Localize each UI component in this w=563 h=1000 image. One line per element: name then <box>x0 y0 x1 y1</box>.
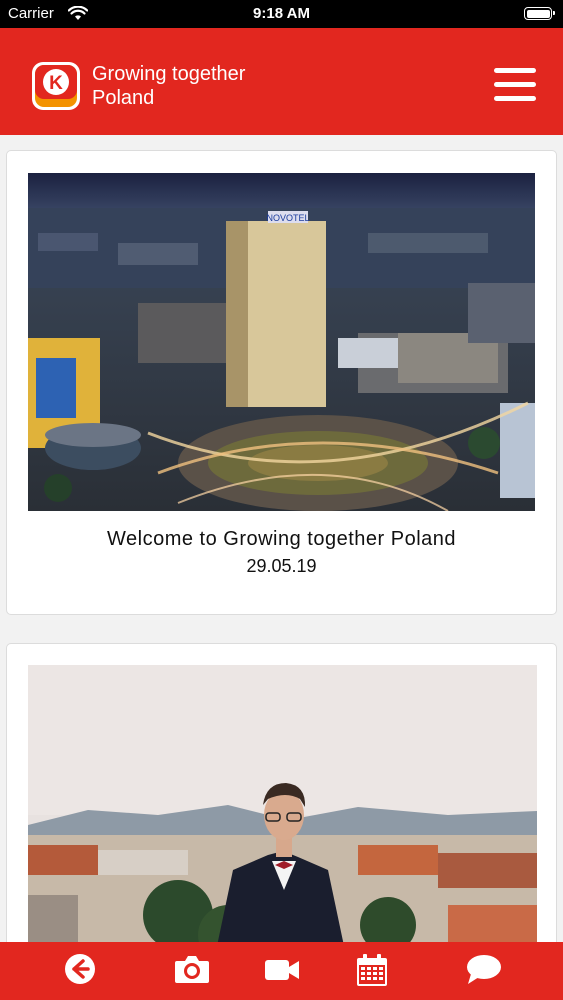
post-date: 29.05.19 <box>246 556 317 576</box>
status-bar: Carrier 9:18 AM <box>0 0 563 28</box>
clock: 9:18 AM <box>253 5 310 22</box>
video-icon <box>262 952 302 986</box>
hamburger-menu-button[interactable] <box>494 68 536 102</box>
svg-text:NOVOTEL: NOVOTEL <box>266 213 309 223</box>
tab-photos[interactable] <box>172 952 212 990</box>
tab-messages[interactable] <box>464 952 504 990</box>
menu-icon-bar <box>494 82 536 87</box>
menu-icon-bar <box>494 96 536 101</box>
tab-calendar[interactable] <box>352 952 392 990</box>
post-card[interactable] <box>6 643 557 942</box>
post-title: Welcome to Growing together Poland <box>106 528 457 550</box>
battery-icon <box>524 7 555 20</box>
post-card[interactable]: NOVOTEL Welcome to Growing together Pola… <box>6 150 557 615</box>
news-feed[interactable]: NOVOTEL Welcome to Growing together Pola… <box>0 135 563 942</box>
app-title-line1: Growing together <box>92 63 246 85</box>
calendar-icon <box>352 952 392 988</box>
chat-bubble-icon <box>464 952 504 986</box>
tab-videos[interactable] <box>262 952 302 990</box>
app-title: Growing together Poland <box>92 62 245 110</box>
app-title-line2: Poland <box>92 87 155 109</box>
back-arrow-icon <box>60 952 100 986</box>
camera-icon <box>172 952 212 986</box>
post-image-city-night: NOVOTEL <box>28 173 535 511</box>
app-header: K Growing together Poland <box>0 28 563 135</box>
bottom-tab-bar <box>0 942 563 1000</box>
app-logo: K <box>31 61 81 111</box>
menu-icon-bar <box>494 68 536 73</box>
tab-back[interactable] <box>60 952 100 990</box>
post-image-man-in-suit <box>28 665 537 942</box>
svg-text:K: K <box>49 73 63 94</box>
